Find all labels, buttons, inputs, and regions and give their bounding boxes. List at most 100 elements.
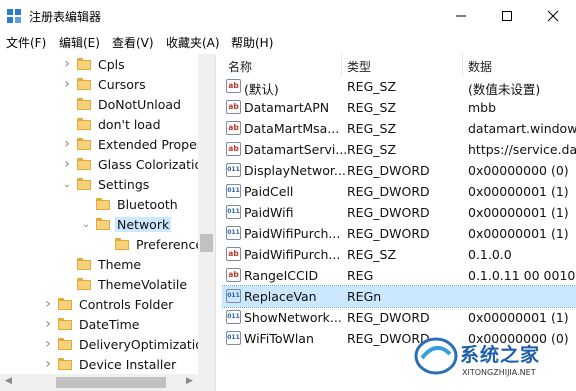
value-type: REG_DWORD [347, 163, 430, 178]
folder-icon [77, 258, 91, 270]
menu-favorites[interactable]: 收藏夹(A) [166, 34, 220, 51]
menu-help[interactable]: 帮助(H) [231, 34, 273, 51]
minimize-icon [456, 15, 466, 17]
collapsed-chevron-icon[interactable]: › [61, 54, 73, 74]
string-value-icon: ab [226, 268, 241, 282]
value-data: 0x00000001 (1) [468, 184, 569, 199]
value-row[interactable]: 011 PaidCell REG_DWORD 0x00000001 (1) [222, 181, 576, 202]
tree-node[interactable]: Theme [61, 254, 143, 274]
tree-horizontal-scrollbar[interactable]: ◀ ▶ [0, 374, 215, 391]
tree-node[interactable]: › Device Installer [42, 354, 178, 374]
minimize-button[interactable] [438, 0, 484, 32]
value-row[interactable]: 011 DisplayNetwor... REG_DWORD 0x00000000 (… [222, 160, 576, 181]
menu-file[interactable]: 文件(F) [6, 34, 46, 51]
folder-icon [58, 358, 72, 370]
tree-node[interactable]: › Cursors [61, 74, 148, 94]
column-divider[interactable] [341, 54, 342, 76]
collapsed-chevron-icon[interactable]: › [42, 294, 54, 314]
column-type[interactable]: 类型 [347, 58, 371, 75]
tree-node[interactable]: Preferences [99, 234, 212, 254]
tree-node[interactable]: › Extended Propert [61, 134, 209, 154]
value-data: 0.1.0.0 [468, 247, 512, 262]
tree-hscroll-thumb[interactable] [56, 377, 166, 388]
folder-icon [58, 338, 72, 350]
tree-node[interactable]: › Cpls [61, 54, 127, 74]
column-data[interactable]: 数据 [468, 58, 492, 75]
collapsed-chevron-icon[interactable]: › [61, 154, 73, 174]
tree-node[interactable]: DoNotUnload [61, 94, 183, 114]
tree-scroll-thumb[interactable] [200, 234, 213, 252]
scroll-right-arrow-icon[interactable]: ▶ [186, 376, 193, 386]
title-bar: 注册表编辑器 [0, 0, 576, 32]
tree-node[interactable]: › Glass Colorization [61, 154, 212, 174]
string-value-icon: ab [226, 79, 241, 93]
value-row[interactable]: ab DataMartMsa... REG_SZ datamart.windows [222, 118, 576, 139]
folder-icon [58, 298, 72, 310]
collapsed-chevron-icon[interactable]: › [42, 354, 54, 374]
column-divider[interactable] [462, 54, 463, 76]
value-row[interactable]: ab PaidWifiPurch... REG_SZ 0.1.0.0 [222, 244, 576, 265]
maximize-button[interactable] [484, 0, 530, 32]
binary-value-icon: 011 [226, 289, 241, 303]
value-name: PaidWifiPurch... [244, 247, 341, 262]
value-name: ReplaceVan [244, 289, 317, 304]
tree-node-label: DateTime [79, 316, 140, 332]
value-row[interactable]: 011 PaidWifiPurch... REG_DWORD 0x00000001 (… [222, 223, 576, 244]
value-row[interactable]: ab (默认) REG_SZ (数值未设置) [222, 76, 576, 97]
collapsed-chevron-icon[interactable]: › [42, 314, 54, 334]
value-row[interactable]: 011 PaidWifi REG_DWORD 0x00000001 (1) [222, 202, 576, 223]
value-row[interactable]: 011 ShowNetwork... REG_DWORD 0x00000001 (1) [222, 307, 576, 328]
tree-node-label: DoNotUnload [98, 96, 181, 112]
value-row[interactable]: 011 ReplaceVan REGn [222, 285, 576, 308]
watermark-logo-icon [414, 337, 458, 375]
tree-node[interactable]: › DeliveryOptimization [42, 334, 213, 354]
tree-node-label: Controls Folder [79, 296, 174, 312]
tree-node[interactable]: ThemeVolatile [61, 274, 189, 294]
tree-node[interactable]: don't load [61, 114, 163, 134]
value-type: REG_DWORD [347, 184, 430, 199]
tree-node-label: Device Installer [79, 356, 177, 372]
tree-vertical-scrollbar[interactable] [198, 54, 215, 374]
value-row[interactable]: ab DatamartAPN REG_SZ mbb [222, 97, 576, 118]
collapsed-chevron-icon[interactable]: › [61, 134, 73, 154]
expanded-chevron-icon[interactable]: ⌄ [80, 214, 92, 234]
watermark-brand: 系统之家 [460, 344, 541, 366]
value-type: REG_SZ [347, 142, 397, 157]
value-name: (默认) [244, 82, 279, 97]
tree-node[interactable]: ⌄ Network [80, 214, 172, 234]
tree-node-label: Settings [98, 176, 150, 192]
value-name: DatamartAPN [244, 100, 330, 115]
menu-view[interactable]: 查看(V) [112, 34, 154, 51]
folder-icon [96, 218, 110, 230]
collapsed-chevron-icon[interactable]: › [61, 74, 73, 94]
binary-value-icon: 011 [226, 331, 241, 345]
folder-icon [77, 58, 91, 70]
value-row[interactable]: abRangeICCID REG 0.1.0.11 00 0010010 [222, 265, 576, 286]
regedit-app-icon [7, 9, 21, 23]
value-name: PaidWifiPurch... [244, 226, 341, 241]
tree-node[interactable]: Bluetooth [80, 194, 180, 214]
tree-node[interactable]: ⌄ Settings [61, 174, 151, 194]
tree-node-label: don't load [98, 116, 161, 132]
collapsed-chevron-icon[interactable]: › [42, 334, 54, 354]
tree-node[interactable]: › Controls Folder [42, 294, 175, 314]
column-name[interactable]: 名称 [228, 58, 252, 75]
expanded-chevron-icon[interactable]: ⌄ [61, 174, 73, 194]
value-row[interactable]: ab DatamartServi... REG_SZ https://service.… [222, 139, 576, 160]
string-value-icon: ab [226, 142, 241, 156]
tree-node-label: Cursors [98, 76, 146, 92]
tree-node[interactable]: › DateTime [42, 314, 141, 334]
value-type: REG_DWORD [347, 310, 430, 325]
value-name: ShowNetwork... [244, 310, 342, 325]
value-data: 0x00000000 (0) [468, 163, 569, 178]
binary-value-icon: 011 [226, 310, 241, 324]
menu-edit[interactable]: 编辑(E) [59, 34, 100, 51]
value-type: REG_DWORD [347, 205, 430, 220]
value-data: mbb [468, 100, 497, 115]
value-name: DisplayNetwor... [244, 163, 346, 178]
scroll-left-arrow-icon[interactable]: ◀ [5, 376, 12, 386]
binary-value-icon: 011 [226, 226, 241, 240]
key-tree-pane[interactable]: › Cpls › Cursors DoNotUnload don't load › Exten… [0, 54, 216, 391]
close-button[interactable] [530, 0, 576, 32]
window-title: 注册表编辑器 [29, 10, 102, 24]
